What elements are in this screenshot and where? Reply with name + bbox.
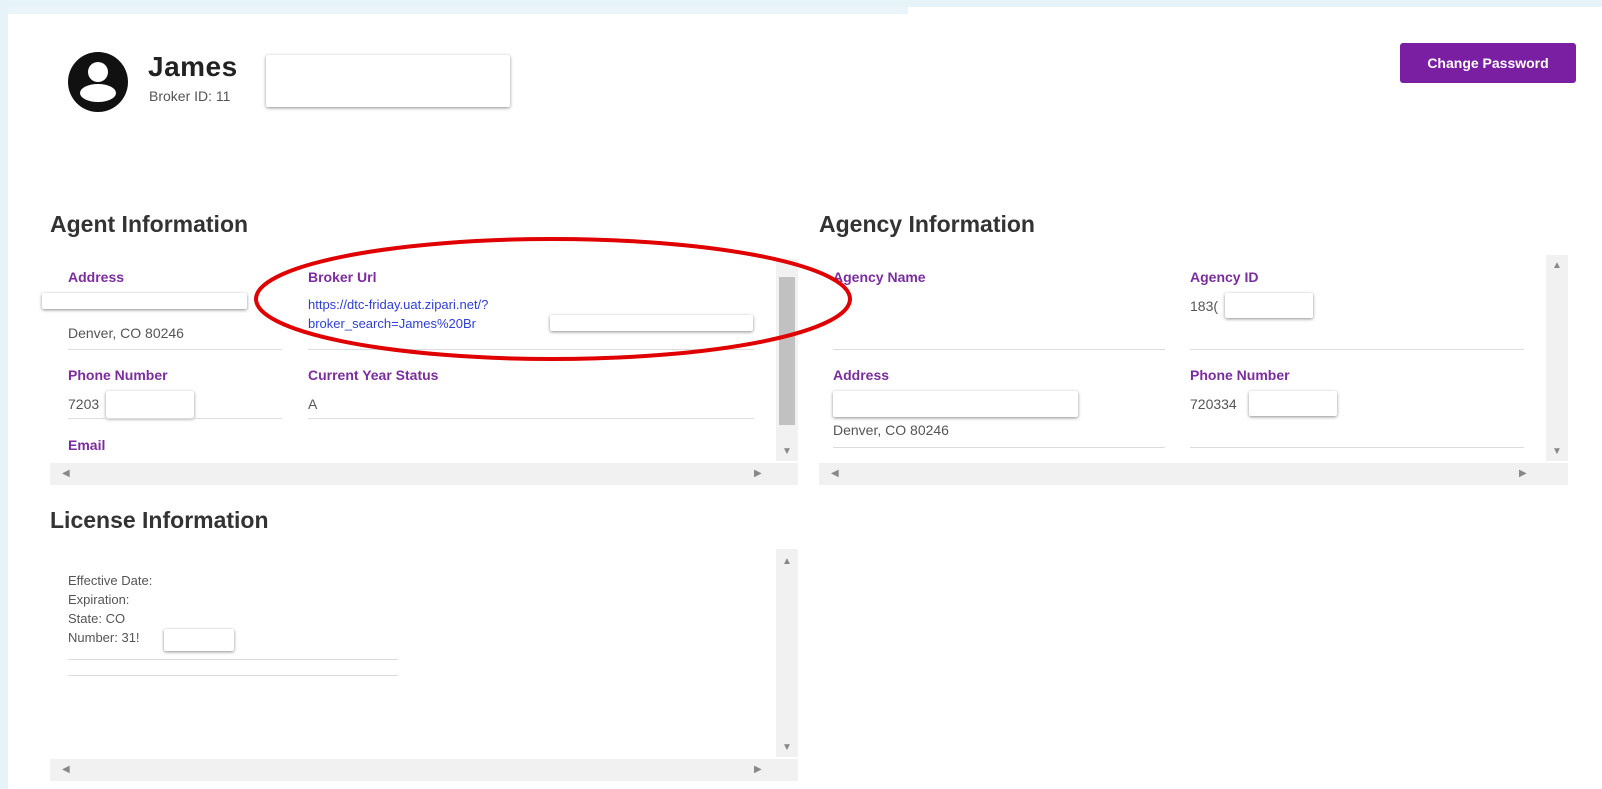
agency-address-label: Address: [833, 367, 890, 383]
agency-phone-value: 720334: [1190, 396, 1237, 412]
field-underline: [68, 418, 282, 419]
license-number: Number: 31!: [68, 630, 140, 645]
scroll-right-arrow-icon[interactable]: ▶: [1519, 469, 1527, 479]
field-underline: [68, 659, 398, 660]
redaction-box: [550, 315, 753, 331]
field-underline: [308, 349, 754, 350]
agency-information-title: Agency Information: [819, 211, 1035, 237]
scrollbar-thumb[interactable]: [779, 277, 795, 425]
page: James Broker ID: 11 Change Password Agen…: [8, 7, 1602, 789]
scroll-right-arrow-icon[interactable]: ▶: [754, 469, 762, 479]
license-information-title: License Information: [50, 507, 269, 533]
agency-information-panel: Agency Name Agency ID 183( Address Denve…: [819, 251, 1602, 485]
field-underline: [68, 349, 282, 350]
license-vertical-scrollbar[interactable]: ▲ ▼: [776, 549, 798, 757]
scroll-right-arrow-icon[interactable]: ▶: [754, 765, 762, 775]
agent-information-panel: Address Denver, CO 80246 Broker Url http…: [42, 255, 800, 485]
field-underline: [68, 675, 398, 676]
agency-horizontal-scrollbar[interactable]: ◀ ▶: [819, 463, 1568, 485]
agency-id-value: 183(: [1190, 298, 1219, 314]
redaction-box: [164, 629, 234, 651]
redaction-box: [42, 293, 247, 309]
agent-phone-value: 7203: [68, 396, 100, 412]
agent-phone-label: Phone Number: [68, 367, 168, 383]
scroll-down-arrow-icon[interactable]: ▼: [782, 743, 792, 753]
redaction-box: [1225, 293, 1313, 318]
scroll-up-arrow-icon[interactable]: ▲: [1552, 261, 1562, 271]
scroll-left-arrow-icon[interactable]: ◀: [831, 469, 839, 479]
agent-horizontal-scrollbar[interactable]: ◀ ▶: [50, 463, 798, 485]
broker-url-link[interactable]: https://dtc-friday.uat.zipari.net/? brok…: [308, 295, 488, 333]
redaction-box: [106, 391, 194, 418]
agent-email-label: Email: [68, 437, 106, 453]
license-horizontal-scrollbar[interactable]: ◀ ▶: [50, 759, 798, 781]
current-year-status-label: Current Year Status: [308, 367, 439, 383]
scroll-down-arrow-icon[interactable]: ▼: [1552, 447, 1562, 457]
broker-id: Broker ID: 11: [149, 88, 231, 104]
scroll-left-arrow-icon[interactable]: ◀: [62, 469, 70, 479]
broker-url-line1[interactable]: https://dtc-friday.uat.zipari.net/?: [308, 295, 488, 314]
license-details: Effective Date: Expiration: State: CO Nu…: [68, 571, 152, 647]
user-avatar-icon: [68, 52, 128, 112]
scroll-up-arrow-icon[interactable]: ▲: [782, 557, 792, 567]
field-underline: [308, 418, 754, 419]
current-year-status-value: A: [308, 396, 318, 412]
redaction-box: [266, 55, 510, 107]
field-underline: [1190, 447, 1524, 448]
agent-address-label: Address: [68, 269, 125, 285]
license-expiration: Expiration:: [68, 592, 130, 607]
agency-vertical-scrollbar[interactable]: ▲ ▼: [1546, 255, 1568, 461]
redaction-box: [1249, 391, 1337, 416]
scroll-down-arrow-icon[interactable]: ▼: [782, 447, 792, 457]
agent-information-title: Agent Information: [50, 211, 249, 237]
agent-vertical-scrollbar[interactable]: ▼: [776, 259, 798, 461]
license-information-panel: Effective Date: Expiration: State: CO Nu…: [50, 545, 800, 785]
user-name: James: [148, 51, 238, 82]
redaction-box: [833, 391, 1078, 417]
scroll-left-arrow-icon[interactable]: ◀: [62, 765, 70, 775]
agent-address-city: Denver, CO 80246: [68, 325, 184, 341]
license-effective-date: Effective Date:: [68, 573, 153, 588]
license-state: State: CO: [68, 611, 126, 626]
agency-name-label: Agency Name: [833, 269, 926, 285]
agency-id-label: Agency ID: [1190, 269, 1259, 285]
top-strip: [8, 7, 908, 14]
change-password-button[interactable]: Change Password: [1400, 43, 1576, 83]
broker-url-label: Broker Url: [308, 269, 377, 285]
agency-phone-label: Phone Number: [1190, 367, 1290, 383]
field-underline: [833, 349, 1165, 350]
field-underline: [833, 447, 1165, 448]
broker-url-line2[interactable]: broker_search=James%20Br: [308, 314, 488, 333]
agency-address-city: Denver, CO 80246: [833, 422, 949, 438]
field-underline: [1190, 349, 1524, 350]
